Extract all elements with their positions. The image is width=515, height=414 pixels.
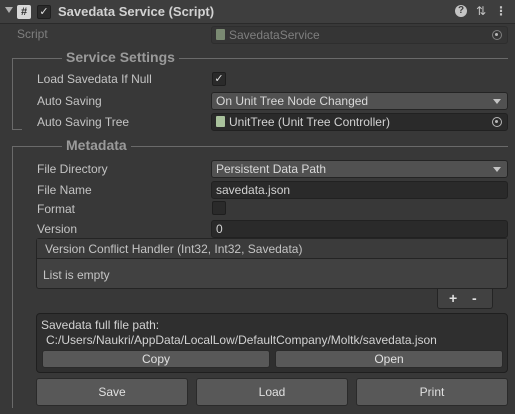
script-file-icon	[216, 29, 225, 40]
load-savedata-if-null-label: Load Savedata If Null	[37, 72, 152, 86]
version-input[interactable]: 0	[211, 220, 508, 238]
script-field-value: SavedataService	[229, 28, 320, 42]
auto-saving-tree-field[interactable]: UnitTree (Unit Tree Controller)	[211, 113, 508, 131]
script-label: Script	[17, 27, 48, 41]
version-label: Version	[37, 222, 78, 236]
auto-saving-label: Auto Saving	[37, 94, 102, 108]
service-settings-group-frame	[12, 58, 22, 130]
component-header[interactable]: # ✓ Savedata Service (Script) ? ⇅ ⋮	[0, 0, 515, 24]
presets-icon[interactable]: ⇅	[474, 4, 488, 18]
auto-saving-dropdown[interactable]: On Unit Tree Node Changed	[211, 92, 508, 110]
file-directory-label: File Directory	[37, 162, 108, 176]
version-conflict-handler-header: Version Conflict Handler (Int32, Int32, …	[37, 239, 507, 259]
more-icon[interactable]: ⋮	[494, 4, 508, 18]
savedata-path-value: C:/Users/Naukri/AppData/LocalLow/Default…	[46, 333, 437, 347]
version-conflict-handler-title: Version Conflict Handler (Int32, Int32, …	[45, 242, 303, 256]
print-button[interactable]: Print	[356, 378, 508, 406]
file-name-label: File Name	[37, 183, 92, 197]
file-directory-value: Persistent Data Path	[216, 162, 327, 176]
savedata-path-box: Savedata full file path: C:/Users/Naukri…	[36, 313, 508, 373]
format-label: Format	[37, 202, 76, 216]
service-settings-title: Service Settings	[62, 49, 179, 65]
script-icon: #	[17, 5, 31, 19]
auto-saving-tree-value: UnitTree (Unit Tree Controller)	[229, 115, 390, 129]
list-empty-text: List is empty	[43, 268, 110, 282]
list-add-remove-footer: + -	[437, 289, 493, 309]
file-name-input[interactable]: savedata.json	[211, 181, 508, 199]
auto-saving-tree-label: Auto Saving Tree	[37, 115, 130, 129]
file-directory-dropdown[interactable]: Persistent Data Path	[211, 160, 508, 178]
add-item-button[interactable]: +	[449, 290, 457, 306]
script-field[interactable]: SavedataService	[211, 26, 508, 44]
save-button[interactable]: Save	[36, 378, 188, 406]
open-path-button[interactable]: Open	[275, 350, 503, 368]
help-icon[interactable]: ?	[455, 5, 467, 17]
format-checkbox[interactable]	[212, 201, 226, 215]
metadata-group-frame	[12, 146, 22, 408]
object-picker-icon[interactable]	[492, 117, 502, 127]
load-savedata-if-null-checkbox[interactable]: ✓	[212, 72, 226, 86]
object-picker-icon[interactable]	[492, 30, 502, 40]
metadata-title: Metadata	[62, 137, 131, 153]
chevron-down-icon	[493, 99, 501, 104]
version-conflict-handler-list: Version Conflict Handler (Int32, Int32, …	[36, 238, 508, 289]
auto-saving-value: On Unit Tree Node Changed	[216, 94, 369, 108]
foldout-arrow-icon[interactable]	[5, 7, 13, 13]
chevron-down-icon	[493, 167, 501, 172]
copy-path-button[interactable]: Copy	[42, 350, 270, 368]
component-enabled-checkbox[interactable]: ✓	[37, 5, 51, 19]
savedata-path-label: Savedata full file path:	[41, 318, 160, 332]
load-button[interactable]: Load	[196, 378, 348, 406]
component-object-icon	[216, 116, 225, 127]
component-title: Savedata Service (Script)	[58, 4, 215, 19]
remove-item-button[interactable]: -	[472, 290, 477, 306]
